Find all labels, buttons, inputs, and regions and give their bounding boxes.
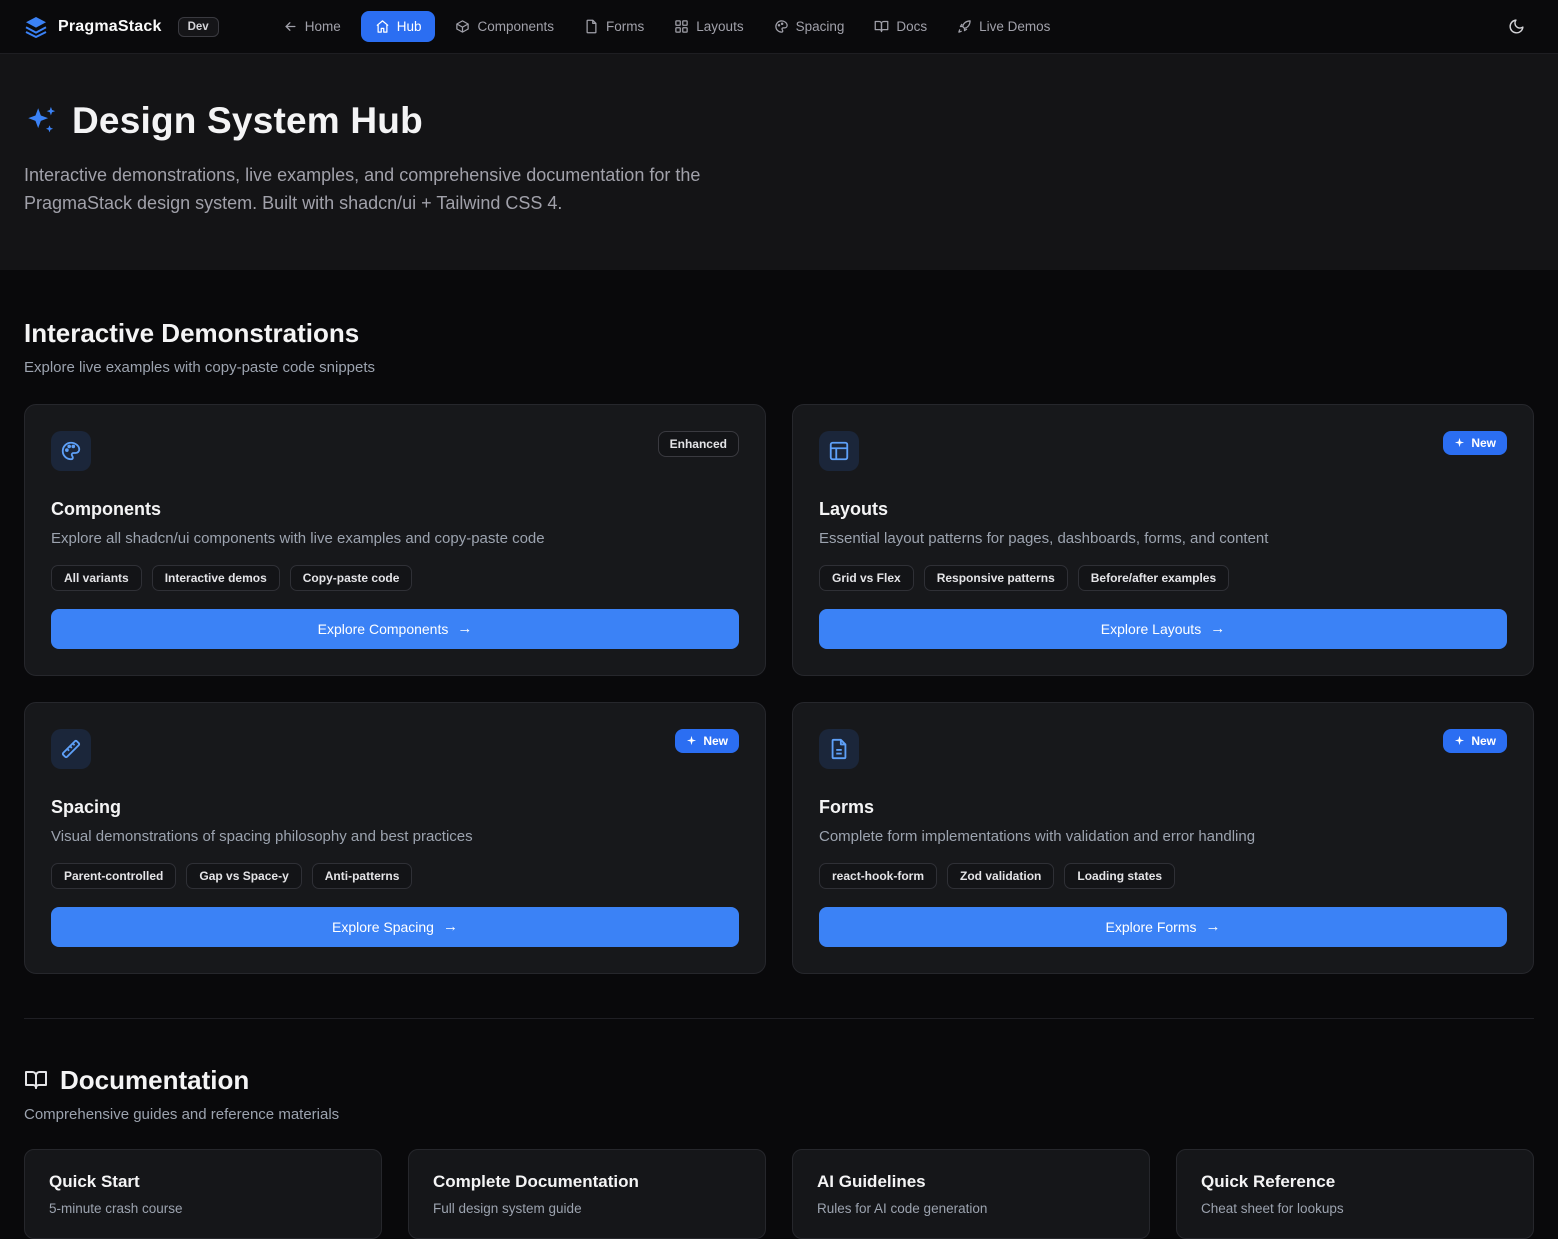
tag: Zod validation <box>947 863 1054 889</box>
nav-item-forms[interactable]: Forms <box>574 11 654 42</box>
arrow-left-icon <box>283 19 298 34</box>
doc-card-title: AI Guidelines <box>817 1172 1125 1192</box>
card-title: Spacing <box>51 797 739 818</box>
palette-icon <box>51 431 91 471</box>
doc-card-title: Quick Start <box>49 1172 357 1192</box>
explore-spacing-button[interactable]: Explore Spacing → <box>51 907 739 947</box>
book-open-icon <box>874 19 889 34</box>
doc-card-quick-start[interactable]: Quick Start 5-minute crash course <box>24 1149 382 1239</box>
brand-name: PragmaStack <box>58 18 162 36</box>
tag: Before/after examples <box>1078 565 1229 591</box>
card-forms: New Forms Complete form implementations … <box>792 702 1534 974</box>
docs-subheading: Comprehensive guides and reference mater… <box>24 1106 1534 1123</box>
tag: react-hook-form <box>819 863 937 889</box>
nav-item-components[interactable]: Components <box>445 11 564 42</box>
arrow-right-icon: → <box>1206 918 1221 935</box>
tag: Responsive patterns <box>924 565 1068 591</box>
package-icon <box>455 19 470 34</box>
card-description: Essential layout patterns for pages, das… <box>819 528 1507 549</box>
tag: Loading states <box>1064 863 1175 889</box>
demos-heading: Interactive Demonstrations <box>24 318 1534 349</box>
docs-section: Documentation Comprehensive guides and r… <box>0 1019 1558 1239</box>
demo-card-grid: Enhanced Components Explore all shadcn/u… <box>24 404 1534 974</box>
explore-layouts-button[interactable]: Explore Layouts → <box>819 609 1507 649</box>
new-badge: New <box>1443 431 1507 455</box>
card-description: Complete form implementations with valid… <box>819 826 1507 847</box>
home-icon <box>375 19 390 34</box>
nav-item-hub[interactable]: Hub <box>361 11 436 42</box>
new-badge: New <box>1443 729 1507 753</box>
nav-item-layouts[interactable]: Layouts <box>664 11 753 42</box>
status-badge: Enhanced <box>658 431 739 457</box>
card-layouts: New Layouts Essential layout patterns fo… <box>792 404 1534 676</box>
tag: Parent-controlled <box>51 863 176 889</box>
arrow-right-icon: → <box>443 918 458 935</box>
nav-item-docs[interactable]: Docs <box>864 11 937 42</box>
doc-card-description: Cheat sheet for lookups <box>1201 1201 1509 1216</box>
card-description: Explore all shadcn/ui components with li… <box>51 528 739 549</box>
ruler-icon <box>51 729 91 769</box>
file-text-icon <box>819 729 859 769</box>
sparkle-icon <box>1454 735 1465 746</box>
nav-item-live-demos[interactable]: Live Demos <box>947 11 1060 42</box>
sparkle-icon <box>1454 437 1465 448</box>
file-icon <box>584 19 599 34</box>
rocket-icon <box>957 19 972 34</box>
theme-toggle-button[interactable] <box>1498 9 1534 45</box>
tag: Anti-patterns <box>312 863 413 889</box>
tag-row: Grid vs Flex Responsive patterns Before/… <box>819 565 1507 591</box>
tag: Interactive demos <box>152 565 280 591</box>
doc-card-description: 5-minute crash course <box>49 1201 357 1216</box>
nav-menu: Home Hub Components Forms Layouts Spacin… <box>273 11 1498 42</box>
doc-card-complete-documentation[interactable]: Complete Documentation Full design syste… <box>408 1149 766 1239</box>
arrow-right-icon: → <box>1210 620 1225 637</box>
card-title: Components <box>51 499 739 520</box>
demos-subheading: Explore live examples with copy-paste co… <box>24 359 1534 376</box>
hero-section: Design System Hub Interactive demonstrat… <box>0 54 1558 270</box>
nav-item-spacing[interactable]: Spacing <box>764 11 855 42</box>
page-subtitle: Interactive demonstrations, live example… <box>24 162 784 218</box>
doc-card-ai-guidelines[interactable]: AI Guidelines Rules for AI code generati… <box>792 1149 1150 1239</box>
tag: Grid vs Flex <box>819 565 914 591</box>
grid-icon <box>674 19 689 34</box>
card-spacing: New Spacing Visual demonstrations of spa… <box>24 702 766 974</box>
book-open-icon <box>24 1068 48 1092</box>
tag: All variants <box>51 565 142 591</box>
doc-card-description: Full design system guide <box>433 1201 741 1216</box>
card-components: Enhanced Components Explore all shadcn/u… <box>24 404 766 676</box>
demos-section: Interactive Demonstrations Explore live … <box>0 270 1558 1019</box>
tag: Gap vs Space-y <box>186 863 301 889</box>
brand[interactable]: PragmaStack Dev <box>24 15 219 39</box>
doc-card-grid: Quick Start 5-minute crash course Comple… <box>24 1149 1534 1239</box>
moon-icon <box>1508 18 1525 35</box>
doc-card-quick-reference[interactable]: Quick Reference Cheat sheet for lookups <box>1176 1149 1534 1239</box>
sparkle-icon <box>686 735 697 746</box>
tag: Copy-paste code <box>290 565 413 591</box>
card-description: Visual demonstrations of spacing philoso… <box>51 826 739 847</box>
new-badge: New <box>675 729 739 753</box>
top-navbar: PragmaStack Dev Home Hub Components Form… <box>0 0 1558 54</box>
arrow-right-icon: → <box>457 620 472 637</box>
sparkles-icon <box>24 104 58 138</box>
doc-card-title: Quick Reference <box>1201 1172 1509 1192</box>
tag-row: react-hook-form Zod validation Loading s… <box>819 863 1507 889</box>
explore-forms-button[interactable]: Explore Forms → <box>819 907 1507 947</box>
doc-card-description: Rules for AI code generation <box>817 1201 1125 1216</box>
palette-icon <box>774 19 789 34</box>
tag-row: Parent-controlled Gap vs Space-y Anti-pa… <box>51 863 739 889</box>
layers-logo-icon <box>24 15 48 39</box>
docs-heading: Documentation <box>24 1065 1534 1096</box>
env-badge: Dev <box>178 17 219 37</box>
doc-card-title: Complete Documentation <box>433 1172 741 1192</box>
nav-item-home[interactable]: Home <box>273 11 351 42</box>
card-title: Layouts <box>819 499 1507 520</box>
layout-icon <box>819 431 859 471</box>
page-title: Design System Hub <box>72 100 423 142</box>
tag-row: All variants Interactive demos Copy-past… <box>51 565 739 591</box>
card-title: Forms <box>819 797 1507 818</box>
explore-components-button[interactable]: Explore Components → <box>51 609 739 649</box>
